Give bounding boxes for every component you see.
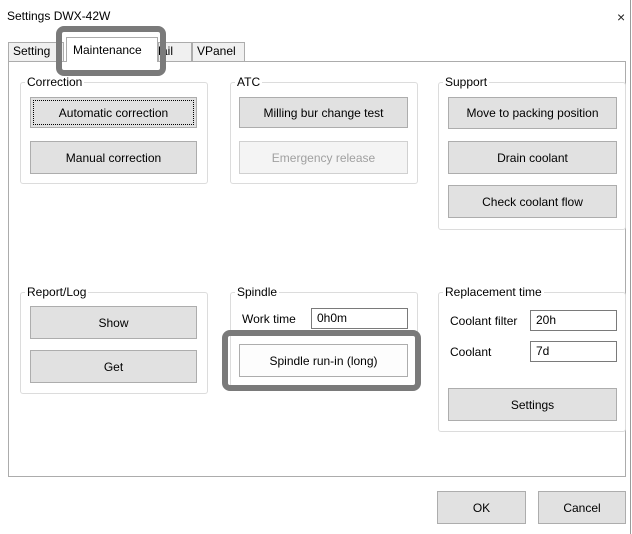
move-to-packing-position-button[interactable]: Move to packing position <box>448 97 617 129</box>
coolant-field[interactable]: 7d <box>530 341 617 362</box>
cancel-button[interactable]: Cancel <box>538 491 626 524</box>
work-time-label: Work time <box>242 312 296 326</box>
coolant-filter-label: Coolant filter <box>450 314 518 328</box>
close-icon[interactable]: × <box>617 9 625 25</box>
tab-maintenance[interactable]: Maintenance <box>66 37 158 62</box>
replacement-settings-button[interactable]: Settings <box>448 388 617 421</box>
spindle-title: Spindle <box>235 285 280 299</box>
emergency-release-button[interactable]: Emergency release <box>239 141 408 174</box>
tab-vpanel[interactable]: VPanel <box>192 42 245 61</box>
drain-coolant-button[interactable]: Drain coolant <box>448 141 617 174</box>
show-button[interactable]: Show <box>30 306 197 339</box>
coolant-filter-field[interactable]: 20h <box>530 310 617 331</box>
atc-title: ATC <box>235 75 263 89</box>
tab-setting[interactable]: Setting <box>8 42 64 61</box>
window-title: Settings DWX-42W <box>7 9 111 23</box>
automatic-correction-button[interactable]: Automatic correction <box>30 97 197 128</box>
settings-window: Settings DWX-42W × Setting Maintenance M… <box>0 0 631 534</box>
check-coolant-flow-button[interactable]: Check coolant flow <box>448 185 617 218</box>
tab-mail[interactable]: Mail <box>158 42 192 61</box>
replacement-time-title: Replacement time <box>443 285 544 299</box>
get-button[interactable]: Get <box>30 350 197 383</box>
correction-title: Correction <box>25 75 85 89</box>
milling-bur-change-test-button[interactable]: Milling bur change test <box>239 97 408 128</box>
support-title: Support <box>443 75 490 89</box>
coolant-label: Coolant <box>450 345 492 359</box>
work-time-field[interactable]: 0h0m <box>311 308 408 329</box>
ok-button[interactable]: OK <box>437 491 526 524</box>
report-log-title: Report/Log <box>25 285 89 299</box>
spindle-run-in-long-button[interactable]: Spindle run-in (long) <box>239 344 408 377</box>
manual-correction-button[interactable]: Manual correction <box>30 141 197 174</box>
